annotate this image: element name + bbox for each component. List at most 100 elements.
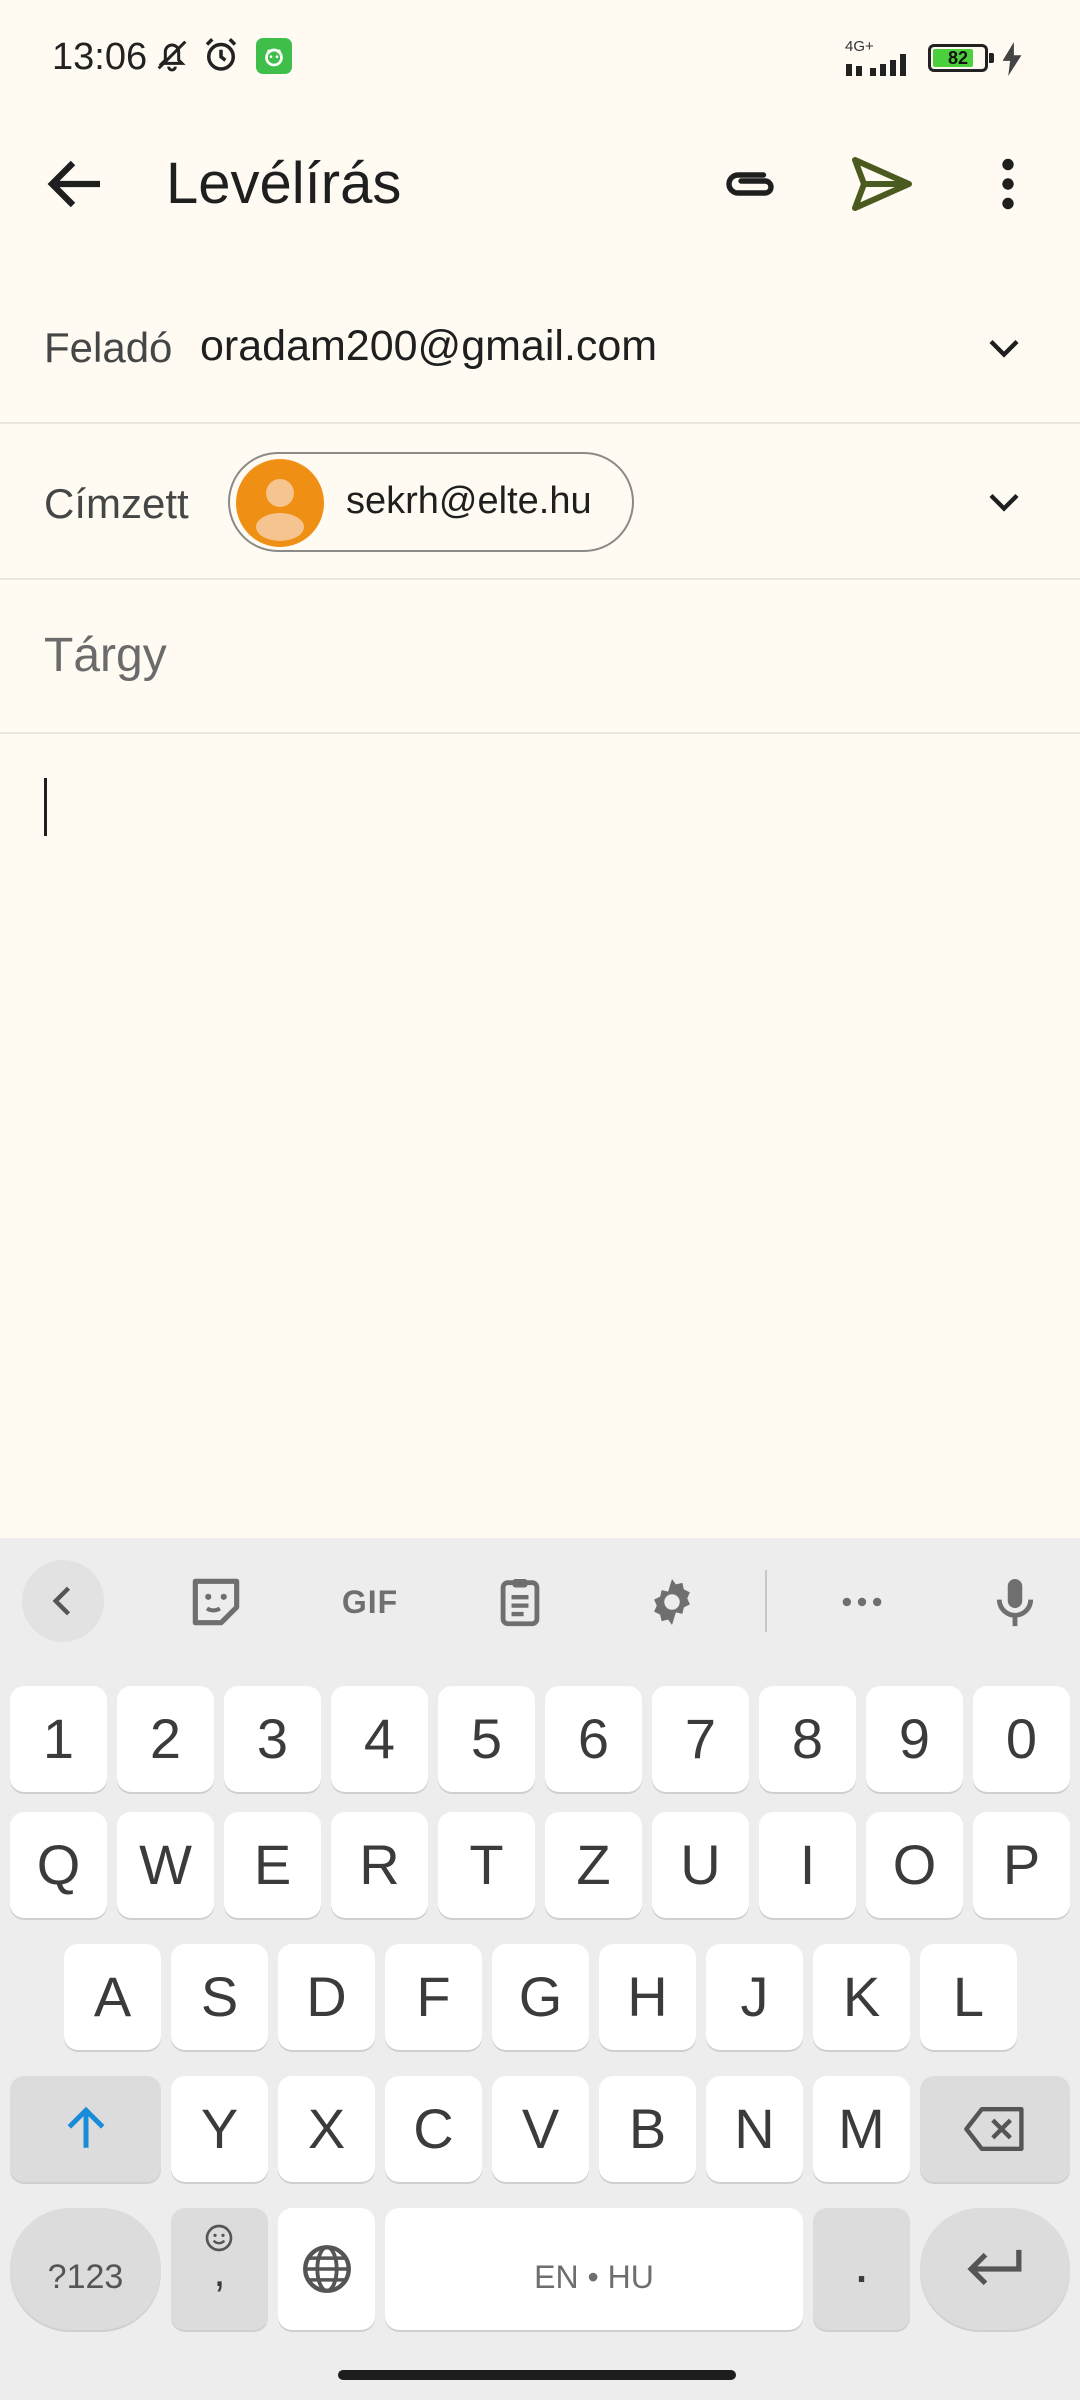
key-k[interactable]: K <box>813 1944 910 2050</box>
shift-key[interactable] <box>10 2076 161 2182</box>
key-f[interactable]: F <box>385 1944 482 2050</box>
chevron-down-icon[interactable] <box>978 476 1030 528</box>
key-c[interactable]: C <box>385 2076 482 2182</box>
signal-icon <box>846 54 906 76</box>
keyboard-toolbar: GIF <box>0 1538 1080 1666</box>
key-1[interactable]: 1 <box>10 1686 107 1792</box>
attach-button[interactable] <box>714 148 786 220</box>
key-m[interactable]: M <box>813 2076 910 2182</box>
more-vert-icon <box>1002 158 1014 210</box>
key-y[interactable]: Y <box>171 2076 268 2182</box>
key-a[interactable]: A <box>64 1944 161 2050</box>
backspace-icon <box>964 2107 1024 2151</box>
backspace-key[interactable] <box>920 2076 1070 2182</box>
body-input[interactable] <box>0 736 1080 1526</box>
status-bar: 13:06 4G+ 82 <box>0 0 1080 112</box>
key-2[interactable]: 2 <box>117 1686 214 1792</box>
send-icon <box>852 157 912 211</box>
clipboard-button[interactable] <box>480 1562 560 1642</box>
clipboard-icon <box>500 1579 540 1627</box>
toolbar-divider <box>765 1570 767 1632</box>
key-o[interactable]: O <box>866 1812 963 1918</box>
language-key[interactable] <box>278 2208 375 2330</box>
key-9[interactable]: 9 <box>866 1686 963 1792</box>
key-e[interactable]: E <box>224 1812 321 1918</box>
mute-bell-icon <box>157 40 187 72</box>
page-title: Levélírás <box>166 151 402 216</box>
space-key[interactable]: EN • HU <box>385 2208 803 2330</box>
avatar <box>236 459 324 547</box>
charging-icon <box>1002 42 1022 76</box>
sticker-button[interactable] <box>176 1562 256 1642</box>
key-r[interactable]: R <box>331 1812 428 1918</box>
from-field[interactable]: Feladó oradam200@gmail.com <box>0 272 1080 424</box>
attachment-icon <box>726 172 774 196</box>
collapse-chevron-icon <box>52 1586 71 1616</box>
key-0[interactable]: 0 <box>973 1686 1070 1792</box>
keyboard: GIF 1 2 3 4 5 6 7 8 9 0 Q W E R T Z U I … <box>0 1538 1080 2400</box>
key-h[interactable]: H <box>599 1944 696 2050</box>
microphone-icon <box>996 1579 1034 1627</box>
more-button[interactable] <box>822 1562 902 1642</box>
back-button[interactable] <box>40 148 112 220</box>
key-b[interactable]: B <box>599 2076 696 2182</box>
chevron-down-icon[interactable] <box>978 322 1030 374</box>
key-d[interactable]: D <box>278 1944 375 2050</box>
key-n[interactable]: N <box>706 2076 803 2182</box>
to-field[interactable]: Címzett sekrh@elte.hu <box>0 424 1080 580</box>
key-7[interactable]: 7 <box>652 1686 749 1792</box>
emoji-comma-key[interactable]: , <box>171 2208 268 2330</box>
subject-placeholder: Tárgy <box>44 629 167 682</box>
key-z[interactable]: Z <box>545 1812 642 1918</box>
text-cursor <box>44 778 47 836</box>
space-key-label: EN • HU <box>534 2259 654 2295</box>
alarm-icon <box>205 38 237 71</box>
battery-level: 82 <box>947 48 969 68</box>
key-6[interactable]: 6 <box>545 1686 642 1792</box>
voice-input-button[interactable] <box>975 1562 1055 1642</box>
key-p[interactable]: P <box>973 1812 1070 1918</box>
from-value: oradam200@gmail.com <box>200 322 658 370</box>
key-5[interactable]: 5 <box>438 1686 535 1792</box>
status-time: 13:06 <box>52 36 148 78</box>
globe-icon <box>302 2245 351 2293</box>
shift-arrow-icon <box>67 2106 104 2148</box>
settings-button[interactable] <box>632 1562 712 1642</box>
key-s[interactable]: S <box>171 1944 268 2050</box>
gif-button[interactable]: GIF <box>328 1562 412 1642</box>
recipient-chip[interactable]: sekrh@elte.hu <box>228 452 634 552</box>
symbols-key[interactable]: ?123 <box>10 2208 161 2330</box>
network-label: 4G+ <box>845 38 874 55</box>
recipient-email: sekrh@elte.hu <box>346 480 592 522</box>
more-options-button[interactable] <box>972 148 1044 220</box>
key-8[interactable]: 8 <box>759 1686 856 1792</box>
from-label: Feladó <box>44 324 173 371</box>
enter-key[interactable] <box>920 2208 1070 2330</box>
collapse-button[interactable] <box>22 1560 104 1642</box>
comma-label: , <box>213 2247 226 2296</box>
key-4[interactable]: 4 <box>331 1686 428 1792</box>
key-j[interactable]: J <box>706 1944 803 2050</box>
key-t[interactable]: T <box>438 1812 535 1918</box>
settings-gear-icon <box>654 1579 690 1625</box>
sticker-icon <box>192 1578 240 1626</box>
home-indicator[interactable] <box>338 2370 736 2380</box>
key-q[interactable]: Q <box>10 1812 107 1918</box>
top-app-bar: Levélírás <box>0 112 1080 252</box>
send-button[interactable] <box>846 148 918 220</box>
back-arrow-icon <box>47 160 100 208</box>
subject-field[interactable]: Tárgy <box>0 580 1080 734</box>
key-3[interactable]: 3 <box>224 1686 321 1792</box>
symbols-key-label: ?123 <box>47 2258 124 2296</box>
person-icon <box>256 479 304 541</box>
key-l[interactable]: L <box>920 1944 1017 2050</box>
key-u[interactable]: U <box>652 1812 749 1918</box>
key-w[interactable]: W <box>117 1812 214 1918</box>
app-notification-icon <box>256 38 292 74</box>
period-key[interactable]: . <box>813 2208 910 2330</box>
key-g[interactable]: G <box>492 1944 589 2050</box>
enter-icon <box>967 2249 1022 2286</box>
key-i[interactable]: I <box>759 1812 856 1918</box>
key-v[interactable]: V <box>492 2076 589 2182</box>
key-x[interactable]: X <box>278 2076 375 2182</box>
